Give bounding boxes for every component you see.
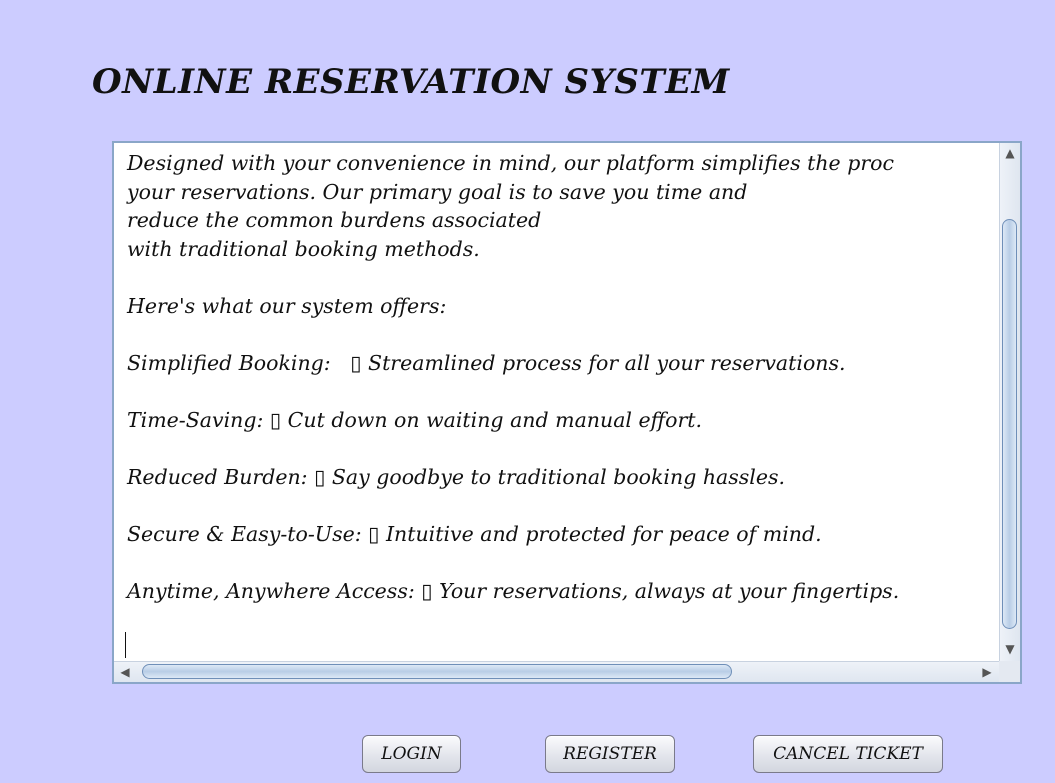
page-title: ONLINE RESERVATION SYSTEM <box>92 62 730 102</box>
description-text: Designed with your convenience in mind, … <box>127 151 900 603</box>
horizontal-scrollbar[interactable]: ◀ ▶ <box>114 661 999 682</box>
scroll-up-arrow-icon[interactable]: ▲ <box>1000 145 1020 161</box>
cancel-ticket-button[interactable]: CANCEL TICKET <box>753 735 943 773</box>
scroll-down-arrow-icon[interactable]: ▼ <box>1000 641 1020 657</box>
vertical-scroll-thumb[interactable] <box>1002 219 1017 629</box>
vertical-scrollbar[interactable]: ▲ ▼ <box>999 143 1020 661</box>
scroll-left-arrow-icon[interactable]: ◀ <box>116 662 134 682</box>
register-button[interactable]: REGISTER <box>545 735 675 773</box>
horizontal-scroll-thumb[interactable] <box>142 664 732 679</box>
scrollbar-corner <box>999 661 1020 682</box>
description-textarea[interactable]: Designed with your convenience in mind, … <box>114 143 999 661</box>
scroll-right-arrow-icon[interactable]: ▶ <box>978 662 996 682</box>
description-scrollpane[interactable]: Designed with your convenience in mind, … <box>112 141 1022 684</box>
login-button[interactable]: LOGIN <box>362 735 461 773</box>
text-caret <box>125 632 126 658</box>
